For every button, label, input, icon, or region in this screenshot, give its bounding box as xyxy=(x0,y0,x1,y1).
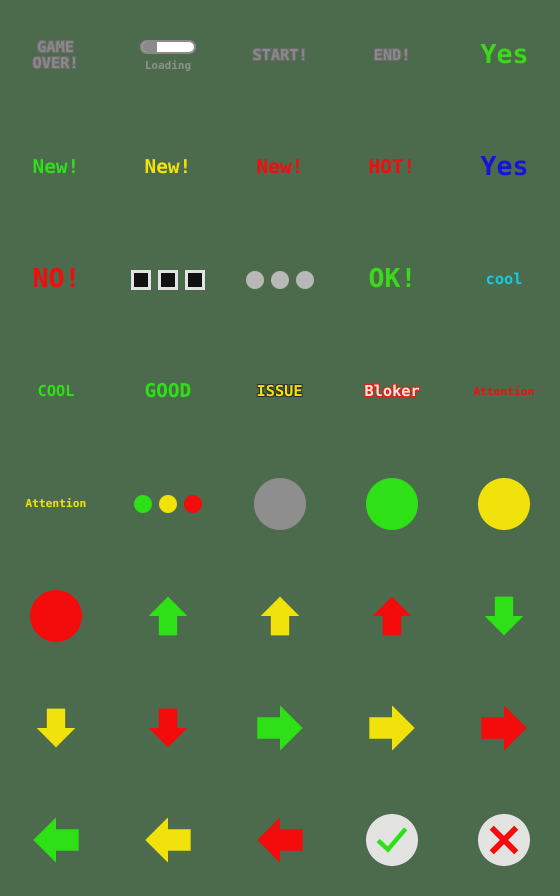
sticker-start[interactable]: START! xyxy=(224,0,336,112)
sticker-arrow-down-green[interactable] xyxy=(448,560,560,672)
dot-icon xyxy=(134,495,152,513)
arrow-up-icon xyxy=(260,596,300,636)
sticker-arrow-left-green[interactable] xyxy=(0,784,112,896)
loading-indicator: Loading xyxy=(140,40,196,72)
loading-progress-fill xyxy=(142,42,157,52)
sticker-cool-cyan[interactable]: cool xyxy=(448,224,560,336)
circle-icon xyxy=(366,478,418,530)
sticker-label: COOL xyxy=(37,382,75,401)
sticker-label: cool xyxy=(485,270,523,289)
badge-check xyxy=(366,814,418,866)
sticker-three-dots[interactable] xyxy=(224,224,336,336)
sticker-end[interactable]: END! xyxy=(336,0,448,112)
sticker-circle-green[interactable] xyxy=(336,448,448,560)
sticker-label: Yes xyxy=(480,152,528,183)
circle-icon xyxy=(478,478,530,530)
sticker-label: ISSUE xyxy=(256,382,304,401)
sticker-issue-yellow[interactable]: ISSUE xyxy=(224,336,336,448)
sticker-hot-red[interactable]: HOT! xyxy=(336,112,448,224)
sticker-game-over[interactable]: GAME OVER! xyxy=(0,0,112,112)
circle-icon xyxy=(30,590,82,642)
loading-progress-bar xyxy=(140,40,196,54)
badge-cross xyxy=(478,814,530,866)
square-icon xyxy=(158,270,178,290)
arrow-down-icon xyxy=(36,708,76,748)
dot-icon xyxy=(271,271,289,289)
sticker-arrow-left-yellow[interactable] xyxy=(112,784,224,896)
square-icon xyxy=(131,270,151,290)
sticker-arrow-left-red[interactable] xyxy=(224,784,336,896)
arrow-right-icon xyxy=(369,705,415,751)
sticker-attention-red[interactable]: Attention xyxy=(448,336,560,448)
sticker-label: OK! xyxy=(368,264,416,295)
cross-icon xyxy=(489,825,519,855)
sticker-three-squares[interactable] xyxy=(112,224,224,336)
sticker-loading[interactable]: Loading xyxy=(112,0,224,112)
arrow-left-icon xyxy=(145,817,191,863)
sticker-arrow-up-red[interactable] xyxy=(336,560,448,672)
sticker-good-green[interactable]: GOOD xyxy=(112,336,224,448)
dot-icon xyxy=(296,271,314,289)
sticker-circle-yellow[interactable] xyxy=(448,448,560,560)
sticker-yes-blue[interactable]: Yes xyxy=(448,112,560,224)
arrow-down-icon xyxy=(148,708,188,748)
arrow-left-icon xyxy=(33,817,79,863)
square-icon xyxy=(185,270,205,290)
dot-icon xyxy=(159,495,177,513)
sticker-arrow-up-green[interactable] xyxy=(112,560,224,672)
sticker-traffic-dots[interactable] xyxy=(112,448,224,560)
sticker-label: Bloker xyxy=(364,382,420,401)
dot-icon xyxy=(184,495,202,513)
sticker-arrow-up-yellow[interactable] xyxy=(224,560,336,672)
arrow-down-icon xyxy=(484,596,524,636)
check-icon xyxy=(376,827,408,853)
sticker-label: NO! xyxy=(32,264,80,295)
sticker-label: New! xyxy=(32,156,80,179)
sticker-new-green[interactable]: New! xyxy=(0,112,112,224)
sticker-ok-green[interactable]: OK! xyxy=(336,224,448,336)
sticker-label: Attention xyxy=(25,497,87,511)
sticker-arrow-down-yellow[interactable] xyxy=(0,672,112,784)
arrow-right-icon xyxy=(481,705,527,751)
sticker-label: END! xyxy=(373,46,411,65)
sticker-badge-check[interactable] xyxy=(336,784,448,896)
square-group xyxy=(131,270,205,290)
sticker-arrow-down-red[interactable] xyxy=(112,672,224,784)
sticker-label: Yes xyxy=(480,40,528,71)
sticker-label: New! xyxy=(256,156,304,179)
sticker-label: START! xyxy=(252,46,308,65)
sticker-new-red[interactable]: New! xyxy=(224,112,336,224)
sticker-label: GAME OVER! xyxy=(32,38,80,72)
sticker-badge-cross[interactable] xyxy=(448,784,560,896)
sticker-arrow-right-red[interactable] xyxy=(448,672,560,784)
sticker-no-red[interactable]: NO! xyxy=(0,224,112,336)
dot-icon xyxy=(246,271,264,289)
sticker-bloker[interactable]: Bloker xyxy=(336,336,448,448)
arrow-right-icon xyxy=(257,705,303,751)
sticker-label: New! xyxy=(144,156,192,179)
arrow-left-icon xyxy=(257,817,303,863)
dot-group xyxy=(134,495,202,513)
sticker-circle-red[interactable] xyxy=(0,560,112,672)
arrow-up-icon xyxy=(372,596,412,636)
sticker-arrow-right-yellow[interactable] xyxy=(336,672,448,784)
sticker-arrow-right-green[interactable] xyxy=(224,672,336,784)
sticker-label: HOT! xyxy=(368,156,416,179)
circle-icon xyxy=(254,478,306,530)
sticker-new-yellow[interactable]: New! xyxy=(112,112,224,224)
sticker-attention-yellow[interactable]: Attention xyxy=(0,448,112,560)
sticker-grid: GAME OVER! Loading START! END! Yes New! New! Ne… xyxy=(0,0,560,896)
sticker-yes-green[interactable]: Yes xyxy=(448,0,560,112)
sticker-circle-grey[interactable] xyxy=(224,448,336,560)
loading-label: Loading xyxy=(144,59,192,72)
sticker-label: Attention xyxy=(473,385,535,399)
arrow-up-icon xyxy=(148,596,188,636)
sticker-cool-green[interactable]: COOL xyxy=(0,336,112,448)
dot-group xyxy=(246,271,314,289)
sticker-label: GOOD xyxy=(144,380,192,403)
